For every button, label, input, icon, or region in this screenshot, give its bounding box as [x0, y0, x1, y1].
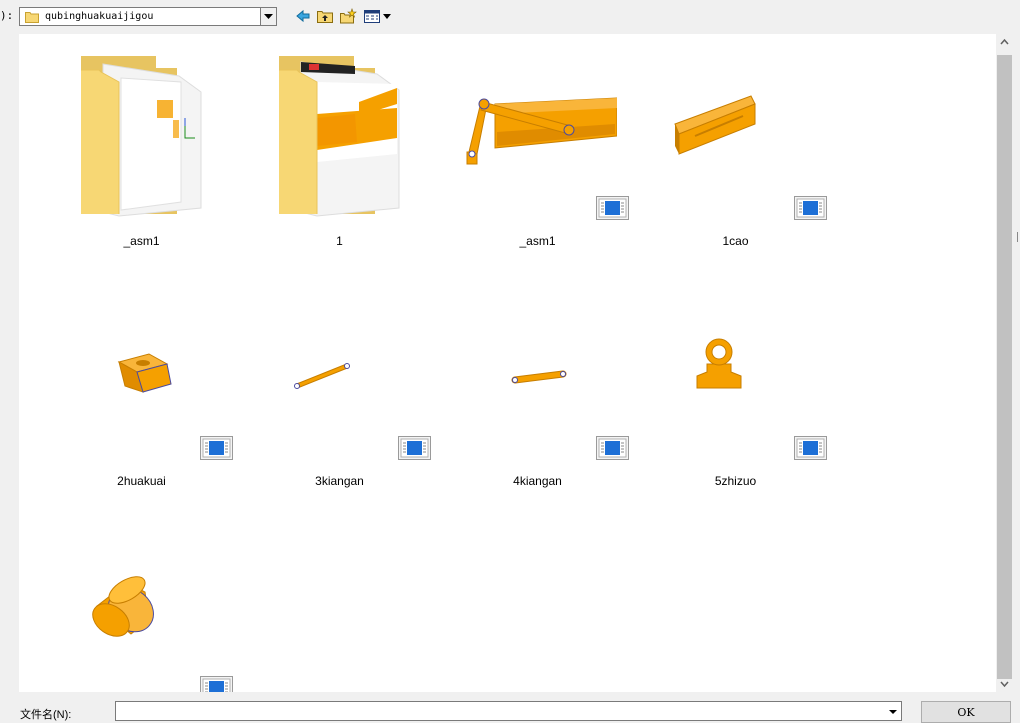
file-item[interactable]	[39, 522, 237, 692]
scroll-down-arrow-icon[interactable]	[996, 675, 1013, 692]
file-item[interactable]: 4kiangan	[435, 282, 633, 502]
file-name-field-label: 文件名(N):	[20, 709, 72, 721]
look-in-dropdown-button[interactable]	[260, 8, 276, 25]
file-name-label: 3kiangan	[315, 474, 364, 488]
file-item[interactable]: 3kiangan	[237, 282, 435, 502]
folder-thumbnail-icon	[279, 56, 400, 217]
up-folder-icon[interactable]	[316, 8, 334, 24]
model-badge-icon	[200, 436, 233, 460]
part-thumbnail-icon	[92, 576, 154, 637]
file-name-label: 1	[336, 234, 343, 248]
file-name-dropdown-icon[interactable]	[885, 702, 901, 720]
scrollbar-thumb[interactable]	[997, 55, 1012, 679]
part-thumbnail-icon	[511, 370, 567, 384]
part-thumbnail-icon	[674, 95, 756, 155]
model-badge-icon	[596, 436, 629, 460]
file-item[interactable]: 2huakuai	[39, 282, 237, 502]
model-badge-icon	[200, 676, 233, 692]
file-item[interactable]: _asm1	[435, 42, 633, 262]
scroll-up-arrow-icon[interactable]	[996, 34, 1013, 51]
look-in-combobox[interactable]: qubinghuakuaijigou	[19, 7, 277, 26]
file-name-label: _asm1	[519, 234, 556, 248]
model-badge-icon	[794, 436, 827, 460]
file-list-view[interactable]: _asm1 1 _asm1 1cao 2huakuai 3kiangan 4ki…	[19, 34, 996, 692]
file-item[interactable]: 1cao	[633, 42, 831, 262]
dropdown-arrow-icon	[264, 14, 273, 19]
part-thumbnail-icon	[294, 363, 350, 389]
file-item[interactable]: _asm1	[39, 42, 237, 262]
folder-icon	[25, 12, 39, 23]
part-thumbnail-icon	[117, 353, 172, 393]
back-arrow-icon[interactable]	[294, 8, 312, 24]
folder-thumbnail-icon	[81, 56, 202, 217]
file-name-label: 4kiangan	[513, 474, 562, 488]
file-item[interactable]: 5zhizuo	[633, 282, 831, 502]
new-folder-icon[interactable]	[339, 8, 357, 24]
view-menu-icon[interactable]	[363, 8, 393, 24]
assembly-thumbnail-icon	[466, 97, 617, 165]
model-badge-icon	[596, 196, 629, 220]
file-name-label: 5zhizuo	[714, 474, 757, 488]
file-name-field[interactable]	[115, 701, 902, 721]
model-badge-icon	[398, 436, 431, 460]
file-item[interactable]: 1	[237, 42, 435, 262]
ok-button[interactable]: OK	[921, 701, 1011, 723]
model-badge-icon	[794, 196, 827, 220]
window-edge	[1016, 0, 1020, 717]
look-in-label: ):	[0, 9, 14, 22]
vertical-scrollbar[interactable]	[996, 34, 1013, 692]
file-name-label: 2huakuai	[117, 474, 166, 488]
current-folder-path: qubinghuakuaijigou	[45, 11, 154, 22]
file-name-label: _asm1	[123, 234, 160, 248]
part-thumbnail-icon	[696, 338, 742, 389]
file-name-label: 1cao	[722, 234, 749, 248]
